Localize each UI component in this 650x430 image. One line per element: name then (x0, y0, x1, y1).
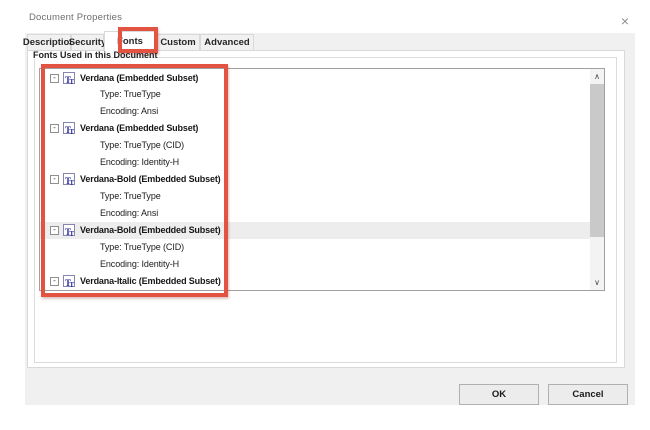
scroll-up-icon[interactable]: ∧ (590, 69, 604, 84)
scroll-down-icon[interactable]: ∨ (590, 275, 604, 290)
scrollbar-thumb[interactable] (590, 84, 604, 237)
annotation-box-font-list (41, 64, 228, 297)
scrollbar[interactable]: ∧ ∨ (590, 69, 604, 290)
annotation-box-fonts-tab (118, 27, 158, 53)
cancel-button[interactable]: Cancel (548, 384, 628, 405)
tab-security[interactable]: Security (71, 34, 104, 51)
tab-advanced[interactable]: Advanced (200, 34, 254, 51)
tab-custom[interactable]: Custom (156, 34, 200, 51)
ok-button[interactable]: OK (459, 384, 539, 405)
close-icon[interactable]: × (614, 11, 636, 31)
tab-description[interactable]: Description (27, 34, 71, 51)
dialog-title: Document Properties (29, 12, 122, 23)
document-properties-dialog: Document Properties × Description Securi… (0, 0, 650, 430)
